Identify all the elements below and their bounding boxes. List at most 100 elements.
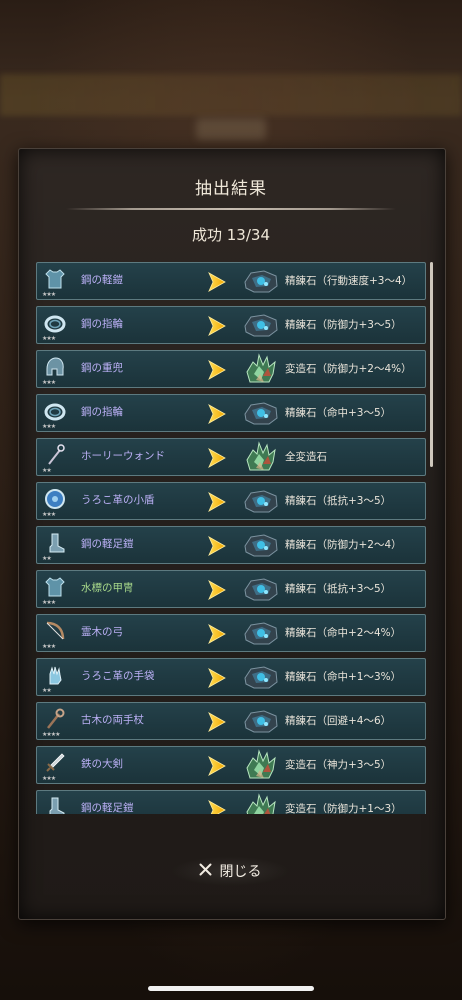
dialog-title: 抽出結果 (195, 179, 267, 199)
boots-icon (42, 794, 68, 814)
result-text: 精錬石（命中+3～5） (285, 407, 392, 419)
bow-icon (42, 618, 68, 644)
staff-icon (42, 706, 68, 732)
rarity-stars: ★★★ (42, 423, 56, 430)
result-row[interactable]: ★★★ 鋼の指輪 精錬石（命中+3～5） (36, 394, 426, 432)
result-text: 精錬石（防御力+3～5） (285, 319, 402, 331)
boots-icon (42, 530, 68, 556)
refine-stone-icon (242, 308, 280, 342)
ring-icon (42, 310, 68, 336)
refine-stone-icon (242, 528, 280, 562)
background-blur-title (196, 118, 266, 140)
item-name: 水標の甲冑 (81, 582, 134, 594)
result-text: 精錬石（回避+4～6） (285, 715, 392, 727)
close-label: 閉じる (219, 864, 262, 880)
refine-stone-icon (242, 660, 280, 694)
result-text: 変造石（神力+3～5） (285, 759, 392, 771)
result-text: 精錬石（命中+2～4%） (285, 627, 402, 639)
rarity-stars: ★★★ (42, 775, 56, 782)
result-row[interactable]: ★★★ 鋼の軽鎧 精錬石（行動速度+3～4） (36, 262, 426, 300)
wand-icon (42, 442, 68, 468)
result-text: 精錬石（行動速度+3～4） (285, 275, 413, 287)
item-name: 鋼の指輪 (81, 318, 123, 330)
refine-stone-icon (242, 396, 280, 430)
item-name: 鋼の軽鎧 (81, 274, 123, 286)
refine-stone-icon (242, 264, 280, 298)
success-count: 成功 13/34 (192, 226, 270, 244)
home-indicator[interactable] (148, 986, 314, 991)
result-text: 精錬石（防御力+2～4） (285, 539, 402, 551)
ring-icon (42, 398, 68, 424)
refine-stone-icon (242, 572, 280, 606)
item-name: 古木の両手杖 (81, 714, 144, 726)
item-name: 鋼の軽足鎧 (81, 802, 134, 814)
rarity-stars: ★★★ (42, 335, 56, 342)
item-name: うろこ革の手袋 (81, 670, 155, 682)
result-row[interactable]: ★★ 鋼の軽足鎧 精錬石（防御力+2～4） (36, 526, 426, 564)
rarity-stars: ★★★ (42, 643, 56, 650)
rarity-stars: ★★ (42, 555, 52, 562)
arrow-right-icon (207, 447, 227, 469)
result-list[interactable]: ★★★ 鋼の軽鎧 精錬石（行動速度+3～4） ★★★ 鋼の指輪 精錬石（防御力+3～5） ★… (36, 262, 426, 814)
item-name: 霊木の弓 (81, 626, 123, 638)
arrow-right-icon (207, 667, 227, 689)
arrow-right-icon (207, 799, 227, 814)
result-row[interactable]: ★★★ 水標の甲冑 精錬石（抵抗+3～5） (36, 570, 426, 608)
result-row[interactable]: ★★★ 霊木の弓 精錬石（命中+2～4%） (36, 614, 426, 652)
arrow-right-icon (207, 271, 227, 293)
arrow-right-icon (207, 535, 227, 557)
rarity-stars: ★★ (42, 467, 52, 474)
arrow-right-icon (207, 579, 227, 601)
result-text: 変造石（防御力+2～4%） (285, 363, 412, 375)
result-row[interactable]: ★★鋼の軽足鎧変造石（防御力+1～3） (36, 790, 426, 814)
result-row[interactable]: ★★★★ 古木の両手杖 精錬石（回避+4～6） (36, 702, 426, 740)
arrow-right-icon (207, 359, 227, 381)
close-button[interactable]: 閉じる (170, 856, 290, 886)
result-text: 精錬石（抵抗+3～5） (285, 495, 392, 507)
item-name: うろこ革の小盾 (81, 494, 155, 506)
rarity-stars: ★★★★ (42, 731, 60, 738)
result-row[interactable]: ★★ うろこ革の手袋 精錬石（命中+1～3%） (36, 658, 426, 696)
arrow-right-icon (207, 315, 227, 337)
armor-icon (42, 574, 68, 600)
rarity-stars: ★★ (42, 687, 52, 694)
rarity-stars: ★★★ (42, 599, 56, 606)
item-name: 鉄の大剣 (81, 758, 123, 770)
sword-icon (42, 750, 68, 776)
item-name: 鋼の指輪 (81, 406, 123, 418)
refine-stone-icon (242, 704, 280, 738)
background-blur-band (0, 74, 462, 116)
item-name: 鋼の軽足鎧 (81, 538, 134, 550)
rarity-stars: ★★★ (42, 511, 56, 518)
arrow-right-icon (207, 403, 227, 425)
scrollbar[interactable] (430, 262, 433, 467)
result-text: 精錬石（抵抗+3～5） (285, 583, 392, 595)
arrow-right-icon (207, 491, 227, 513)
rarity-stars: ★★★ (42, 379, 56, 386)
refine-stone-icon (242, 616, 280, 650)
result-row[interactable]: ★★★ 鋼の重兜 変造石（防御力+2～4%） (36, 350, 426, 388)
transform-stone-icon (242, 352, 280, 386)
result-text: 変造石（防御力+1～3） (285, 803, 402, 814)
title-divider (66, 208, 396, 210)
armor-icon (42, 266, 68, 292)
result-row[interactable]: ★★★ うろこ革の小盾 精錬石（抵抗+3～5） (36, 482, 426, 520)
arrow-right-icon (207, 755, 227, 777)
result-text: 精錬石（命中+1～3%） (285, 671, 402, 683)
result-row[interactable]: ★★★ 鉄の大剣 変造石（神力+3～5） (36, 746, 426, 784)
result-text: 全変造石 (285, 451, 327, 463)
helmet-icon (42, 354, 68, 380)
transform-stone-icon (242, 748, 280, 782)
arrow-right-icon (207, 623, 227, 645)
item-name: 鋼の重兜 (81, 362, 123, 374)
item-name: ホーリーウォンド (81, 450, 165, 462)
rarity-stars: ★★★ (42, 291, 56, 298)
result-row[interactable]: ★★★ 鋼の指輪 精錬石（防御力+3～5） (36, 306, 426, 344)
transform-stone-icon (242, 792, 280, 814)
arrow-right-icon (207, 711, 227, 733)
glove-icon (42, 662, 68, 688)
shield-icon (42, 486, 68, 512)
result-row[interactable]: ★★ ホーリーウォンド 全変造石 (36, 438, 426, 476)
close-icon (199, 863, 212, 880)
transform-stone-icon (242, 440, 280, 474)
